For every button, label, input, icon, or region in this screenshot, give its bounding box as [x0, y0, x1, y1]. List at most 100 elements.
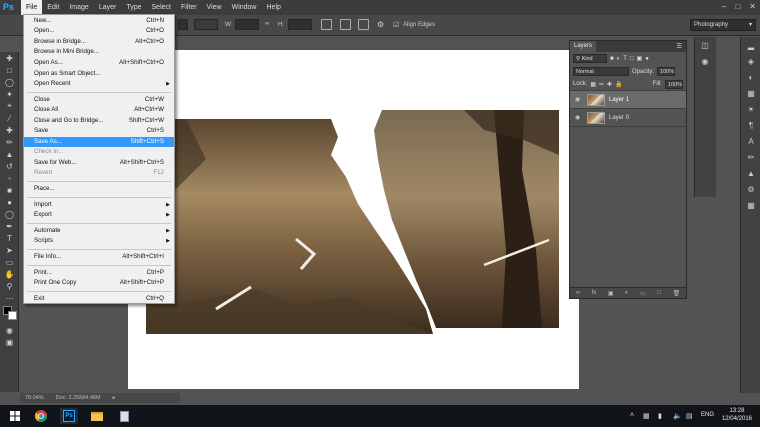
- menu-item-place[interactable]: Place...: [24, 184, 174, 194]
- eye-icon[interactable]: ◉: [575, 114, 583, 121]
- shape-mode-select[interactable]: [178, 19, 188, 30]
- minimize-icon[interactable]: –: [722, 2, 726, 11]
- file-manager-icon[interactable]: [115, 408, 133, 424]
- navigator-icon[interactable]: ◈: [741, 53, 760, 69]
- link-layers-icon[interactable]: ∞: [576, 290, 580, 296]
- tab-layers[interactable]: Layers: [570, 41, 597, 52]
- swatches-icon[interactable]: ▦: [741, 85, 760, 101]
- menu-item-browse-in-mini-bridge[interactable]: Browse in Mini Bridge...: [24, 47, 174, 57]
- panel-menu-icon[interactable]: ☰: [677, 43, 682, 50]
- menu-item-print[interactable]: Print... Ctrl+P: [24, 268, 174, 278]
- path-operations-icon[interactable]: [321, 19, 332, 30]
- menu-item-open-recent[interactable]: Open Recent ▶: [24, 79, 174, 89]
- marquee-tool-icon[interactable]: □: [0, 64, 19, 76]
- layer-style-icon[interactable]: fx: [592, 290, 597, 296]
- lock-paint-icon[interactable]: ✏: [599, 81, 604, 88]
- filter-shape-icon[interactable]: □: [630, 56, 634, 62]
- healing-brush-tool-icon[interactable]: ✚: [0, 124, 19, 136]
- adjustments-icon[interactable]: ☀: [741, 101, 760, 117]
- width-input[interactable]: [235, 19, 259, 30]
- height-input[interactable]: [288, 19, 312, 30]
- close-icon[interactable]: ✕: [749, 2, 756, 11]
- menu-view[interactable]: View: [202, 0, 227, 15]
- volume-icon[interactable]: 🔈: [673, 412, 682, 420]
- lock-transparent-icon[interactable]: ▦: [590, 81, 596, 88]
- fill-input[interactable]: 100%: [665, 79, 683, 89]
- opacity-input[interactable]: 100%: [657, 67, 676, 76]
- type-tool-icon[interactable]: T: [0, 232, 19, 244]
- more-tools-icon[interactable]: ⋯: [0, 292, 19, 304]
- document-canvas[interactable]: [128, 50, 579, 389]
- zoom-level[interactable]: 79.04%: [25, 395, 44, 401]
- lock-move-icon[interactable]: ✚: [607, 81, 612, 88]
- menu-item-open[interactable]: Open... Ctrl+O: [24, 26, 174, 36]
- menu-item-save-as[interactable]: Save As... Shift+Ctrl+S: [24, 137, 174, 147]
- workspace-select[interactable]: Photography ▾: [690, 19, 756, 31]
- layer-row-layer-1[interactable]: ◉ Layer 1: [570, 91, 686, 109]
- histogram-icon[interactable]: ▂: [741, 37, 760, 53]
- pen-tool-icon[interactable]: ✒: [0, 220, 19, 232]
- layers-panel-icon[interactable]: ◫: [695, 37, 715, 53]
- menu-item-close-all[interactable]: Close All Alt+Ctrl+W: [24, 105, 174, 115]
- filter-toggle-icon[interactable]: ●: [645, 56, 649, 62]
- lasso-tool-icon[interactable]: ◯: [0, 76, 19, 88]
- menu-item-print-one-copy[interactable]: Print One Copy Alt+Shift+Ctrl+P: [24, 278, 174, 288]
- menu-item-import[interactable]: Import ▶: [24, 200, 174, 210]
- kind-filter-select[interactable]: ⚲ Kind: [573, 54, 607, 63]
- filter-smart-icon[interactable]: ▣: [637, 55, 643, 62]
- menu-type[interactable]: Type: [121, 0, 146, 15]
- path-alignment-icon[interactable]: [340, 19, 351, 30]
- file-explorer-icon[interactable]: [88, 408, 106, 424]
- blend-mode-select[interactable]: Normal: [573, 67, 629, 76]
- shape-tool-icon[interactable]: ▭: [0, 256, 19, 268]
- properties-icon[interactable]: ⚙: [741, 181, 760, 197]
- language-indicator[interactable]: ENG: [701, 412, 714, 418]
- menu-item-file-info[interactable]: File Info... Alt+Shift+Ctrl+I: [24, 252, 174, 262]
- eyedropper-tool-icon[interactable]: ⁄: [0, 112, 19, 124]
- clone-stamp-tool-icon[interactable]: ▲: [0, 148, 19, 160]
- menu-select[interactable]: Select: [147, 0, 176, 15]
- menu-item-browse-in-bridge[interactable]: Browse in Bridge... Alt+Ctrl+O: [24, 37, 174, 47]
- screen-mode-icon[interactable]: ▣: [0, 336, 19, 348]
- menu-item-close-and-go-to-bridge[interactable]: Close and Go to Bridge... Shift+Ctrl+W: [24, 116, 174, 126]
- gear-icon[interactable]: ⚙: [377, 20, 384, 29]
- menu-item-scripts[interactable]: Scripts ▶: [24, 236, 174, 246]
- filter-type-icon[interactable]: T: [623, 56, 627, 62]
- new-adjustment-icon[interactable]: ◐: [625, 290, 629, 296]
- quick-select-tool-icon[interactable]: ✦: [0, 88, 19, 100]
- menu-layer[interactable]: Layer: [94, 0, 122, 15]
- add-mask-icon[interactable]: ▣: [608, 290, 614, 297]
- maximize-icon[interactable]: □: [735, 2, 740, 11]
- photoshop-taskbar-icon[interactable]: Ps: [60, 408, 78, 424]
- new-group-icon[interactable]: ▭: [640, 290, 646, 297]
- zoom-tool-icon[interactable]: ⚲: [0, 280, 19, 292]
- delete-layer-icon[interactable]: 🗑: [673, 290, 681, 297]
- channels-panel-icon[interactable]: ◉: [695, 53, 715, 69]
- brush-presets-icon[interactable]: ✏: [741, 149, 760, 165]
- link-icon[interactable]: ∞: [265, 21, 269, 27]
- menu-item-automate[interactable]: Automate ▶: [24, 226, 174, 236]
- hand-tool-icon[interactable]: ✋: [0, 268, 19, 280]
- filter-adjustment-icon[interactable]: ◐: [617, 56, 621, 62]
- menu-file[interactable]: File: [21, 0, 43, 15]
- windows-start-icon[interactable]: [6, 408, 24, 424]
- brush-tool-icon[interactable]: ✏: [0, 136, 19, 148]
- background-color-swatch[interactable]: [8, 311, 17, 320]
- menu-image[interactable]: Image: [64, 0, 93, 15]
- menu-item-close[interactable]: Close Ctrl+W: [24, 95, 174, 105]
- menu-edit[interactable]: Edit: [42, 0, 64, 15]
- path-selection-tool-icon[interactable]: ➤: [0, 244, 19, 256]
- align-edges-checkbox[interactable]: ☑: [393, 21, 399, 29]
- color-icon[interactable]: ◐: [741, 69, 760, 85]
- chevron-right-icon[interactable]: ▸: [113, 395, 116, 401]
- layer-row-layer-0[interactable]: ◉ Layer 0: [570, 109, 686, 127]
- blur-tool-icon[interactable]: ●: [0, 196, 19, 208]
- eraser-tool-icon[interactable]: ▫: [0, 172, 19, 184]
- menu-help[interactable]: Help: [262, 0, 286, 15]
- menu-item-open-as[interactable]: Open As... Alt+Shift+Ctrl+O: [24, 58, 174, 68]
- battery-icon[interactable]: ▮: [658, 412, 662, 420]
- network-icon[interactable]: ▦: [643, 412, 650, 420]
- path-arrangement-icon[interactable]: [358, 19, 369, 30]
- filter-pixel-icon[interactable]: ■: [610, 56, 614, 62]
- stroke-type-select[interactable]: [194, 19, 218, 30]
